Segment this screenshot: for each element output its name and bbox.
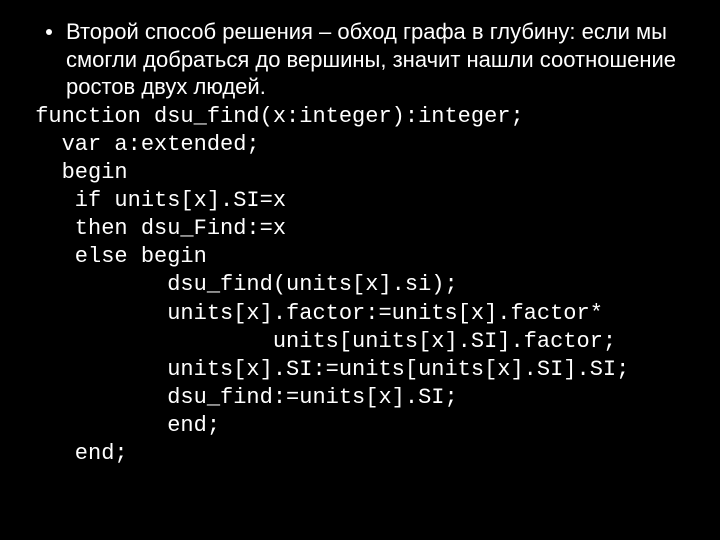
bullet-icon xyxy=(46,29,52,35)
code-line: end; xyxy=(22,441,128,466)
bullet-text: Второй способ решения – обход графа в гл… xyxy=(66,18,692,101)
code-line: var a:extended; xyxy=(22,132,260,157)
code-line: if units[x].SI=x xyxy=(22,188,286,213)
code-line: units[x].SI:=units[units[x].SI].SI; xyxy=(22,357,629,382)
code-line: units[x].factor:=units[x].factor* xyxy=(22,301,603,326)
code-line: else begin xyxy=(22,244,207,269)
code-line: then dsu_Find:=x xyxy=(22,216,286,241)
code-line: begin xyxy=(22,160,128,185)
code-line: dsu_find(units[x].si); xyxy=(22,272,458,297)
bullet-item: Второй способ решения – обход графа в гл… xyxy=(46,18,692,101)
code-line: dsu_find:=units[x].SI; xyxy=(22,385,458,410)
code-line: end; xyxy=(22,413,220,438)
code-line: units[units[x].SI].factor; xyxy=(22,329,616,354)
code-line: function dsu_find(x:integer):integer; xyxy=(22,104,524,129)
code-block: function dsu_find(x:integer):integer; va… xyxy=(22,103,692,469)
slide: Второй способ решения – обход графа в гл… xyxy=(0,0,720,540)
